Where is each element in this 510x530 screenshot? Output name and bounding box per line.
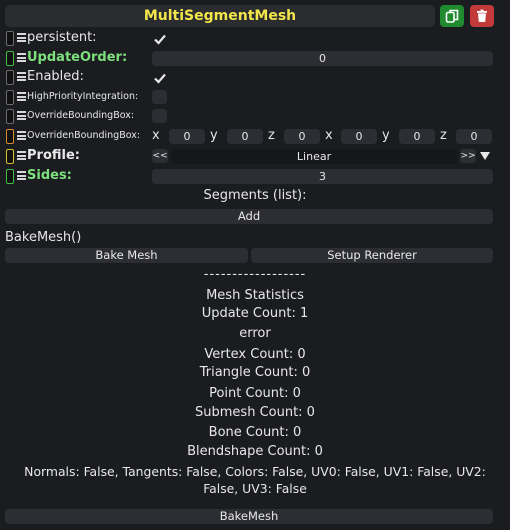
duplicate-button[interactable] <box>440 5 464 27</box>
field-row-highpriority: HighPriorityIntegration: <box>0 87 510 107</box>
profile-next-button[interactable]: >> <box>460 149 476 163</box>
bbox-min-y-input[interactable]: 0 <box>227 129 263 144</box>
axis-label-max-x: x <box>325 128 333 143</box>
stats-bone-count: Bone Count: 0 <box>208 425 302 440</box>
bbox-max-z-input[interactable]: 0 <box>456 129 492 144</box>
stats-heading: Mesh Statistics <box>206 288 304 303</box>
bake-mesh-button[interactable]: Bake Mesh <box>5 248 248 263</box>
bbox-max-x-input[interactable]: 0 <box>341 129 377 144</box>
menu-icon[interactable] <box>17 72 26 81</box>
stats-update-count: Update Count: 1 <box>201 306 309 321</box>
drag-handle[interactable] <box>6 31 14 46</box>
delete-button[interactable] <box>470 5 494 27</box>
stats-submesh-count: Submesh Count: 0 <box>195 405 315 420</box>
drag-handle[interactable] <box>6 70 14 85</box>
field-row-updateorder: UpdateOrder: 0 <box>0 48 510 68</box>
bakemesh-method-title: BakeMesh() <box>5 230 82 245</box>
copy-icon <box>445 9 459 23</box>
stats-attributes-line-2: False, UV3: False <box>203 481 307 496</box>
checkmark-icon <box>153 34 166 45</box>
segments-add-button[interactable]: Add <box>5 209 493 224</box>
field-row-overridenbbox: OverridenBoundingBox: x 0 y 0 z 0 x 0 y … <box>0 126 510 146</box>
stats-triangle-count: Triangle Count: 0 <box>199 365 311 380</box>
dropdown-arrow-icon <box>480 152 490 160</box>
setup-renderer-button[interactable]: Setup Renderer <box>251 248 493 263</box>
field-label-updateorder: UpdateOrder: <box>27 50 128 65</box>
drag-handle[interactable] <box>6 90 14 105</box>
axis-label-min-x: x <box>152 128 160 143</box>
stats-vertex-count: Vertex Count: 0 <box>204 347 306 362</box>
highpriority-checkbox[interactable] <box>152 90 167 104</box>
field-label-enabled: Enabled: <box>27 69 84 84</box>
field-label-profile: Profile: <box>27 148 80 163</box>
stats-attributes-line-1: Normals: False, Tangents: False, Colors:… <box>24 464 486 479</box>
field-label-persistent: persistent: <box>27 30 97 45</box>
drag-handle[interactable] <box>6 109 14 124</box>
axis-label-min-z: z <box>268 128 275 143</box>
checkmark-icon <box>153 73 166 84</box>
stats-blendshape-count: Blendshape Count: 0 <box>187 444 323 459</box>
persistent-checkbox[interactable] <box>152 31 167 46</box>
drag-handle[interactable] <box>6 51 14 66</box>
profile-value: Linear <box>171 149 457 164</box>
axis-label-max-z: z <box>440 128 447 143</box>
bakemesh-footer-button[interactable]: BakeMesh <box>5 509 493 524</box>
stats-point-count: Point Count: 0 <box>209 386 301 401</box>
field-row-enabled: Enabled: <box>0 67 510 87</box>
drag-handle[interactable] <box>6 129 14 144</box>
field-row-profile: Profile: << Linear >> <box>0 146 510 166</box>
field-label-overridebbox: OverrideBoundingBox: <box>27 110 135 121</box>
bbox-min-z-input[interactable]: 0 <box>284 129 320 144</box>
field-label-highpriority: HighPriorityIntegration: <box>27 91 139 102</box>
menu-icon[interactable] <box>17 171 26 180</box>
menu-icon[interactable] <box>17 92 26 101</box>
menu-icon[interactable] <box>17 131 26 140</box>
stats-separator: ------------------ <box>203 267 307 282</box>
component-title: MultiSegmentMesh <box>5 5 435 27</box>
menu-icon[interactable] <box>17 151 26 160</box>
bbox-min-x-input[interactable]: 0 <box>169 129 205 144</box>
drag-handle[interactable] <box>6 169 14 184</box>
component-title-text: MultiSegmentMesh <box>143 8 297 24</box>
field-label-sides: Sides: <box>27 168 72 183</box>
drag-handle[interactable] <box>6 149 14 164</box>
profile-prev-button[interactable]: << <box>152 149 168 163</box>
updateorder-input[interactable]: 0 <box>152 51 493 66</box>
menu-icon[interactable] <box>17 111 26 120</box>
field-row-sides: Sides: 3 <box>0 166 510 186</box>
field-row-persistent: persistent: <box>0 28 510 48</box>
axis-label-max-y: y <box>382 128 390 143</box>
overridebbox-checkbox[interactable] <box>152 109 167 123</box>
component-inspector-panel: MultiSegmentMesh persistent: UpdateOrder… <box>0 0 510 530</box>
trash-icon <box>477 9 487 22</box>
field-label-overridenbbox: OverridenBoundingBox: <box>27 130 141 141</box>
field-row-overridebbox: OverrideBoundingBox: <box>0 106 510 126</box>
axis-label-min-y: y <box>210 128 218 143</box>
menu-icon[interactable] <box>17 33 26 42</box>
profile-dropdown-button[interactable] <box>479 149 491 163</box>
menu-icon[interactable] <box>17 53 26 62</box>
stats-error: error <box>239 326 271 341</box>
segments-list-title: Segments (list): <box>203 188 307 203</box>
bbox-max-y-input[interactable]: 0 <box>399 129 435 144</box>
enabled-checkbox[interactable] <box>152 70 167 85</box>
sides-input[interactable]: 3 <box>152 169 493 184</box>
